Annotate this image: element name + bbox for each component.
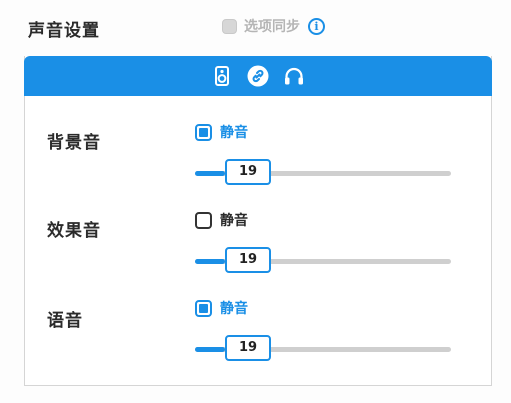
page-title: 声音设置 [28, 21, 100, 41]
row-label-voice: 语音 [47, 311, 83, 331]
row-label-bgm: 背景音 [47, 133, 101, 153]
volume-slider-sfx[interactable]: 19 [195, 247, 451, 275]
mute-checkbox[interactable] [195, 211, 212, 229]
info-icon[interactable]: i [308, 17, 325, 35]
sync-option[interactable]: 选项同步 i [222, 16, 325, 36]
slider-fill [195, 259, 225, 264]
slider-fill [195, 347, 225, 352]
slider-thumb[interactable]: 19 [225, 247, 271, 273]
mute-toggle-bgm[interactable]: 静音 [195, 122, 248, 142]
panel-tab-bar [24, 56, 492, 96]
headphones-icon[interactable] [282, 64, 306, 88]
row-label-sfx: 效果音 [47, 221, 101, 241]
volume-slider-voice[interactable]: 19 [195, 335, 451, 363]
mute-checkbox[interactable] [195, 299, 212, 317]
link-icon[interactable] [246, 64, 270, 88]
slider-fill [195, 171, 225, 176]
speaker-icon[interactable] [210, 64, 234, 88]
slider-thumb[interactable]: 19 [225, 159, 271, 185]
mute-label: 静音 [220, 125, 248, 141]
mute-label: 静音 [220, 301, 248, 317]
mute-label: 静音 [220, 213, 248, 229]
mute-toggle-sfx[interactable]: 静音 [195, 210, 248, 230]
sync-label: 选项同步 [244, 19, 300, 35]
mute-toggle-voice[interactable]: 静音 [195, 298, 248, 318]
sound-panel: 背景音 静音 19 效果音 静音 19 语音 静音 19 [24, 56, 492, 386]
sound-settings-page: 声音设置 选项同步 i 背景音 静音 19 效果音 静音 19 语音 静音 19 [0, 0, 511, 403]
sync-checkbox[interactable] [222, 18, 237, 34]
mute-checkbox[interactable] [195, 123, 212, 141]
volume-slider-bgm[interactable]: 19 [195, 159, 451, 187]
slider-thumb[interactable]: 19 [225, 335, 271, 361]
